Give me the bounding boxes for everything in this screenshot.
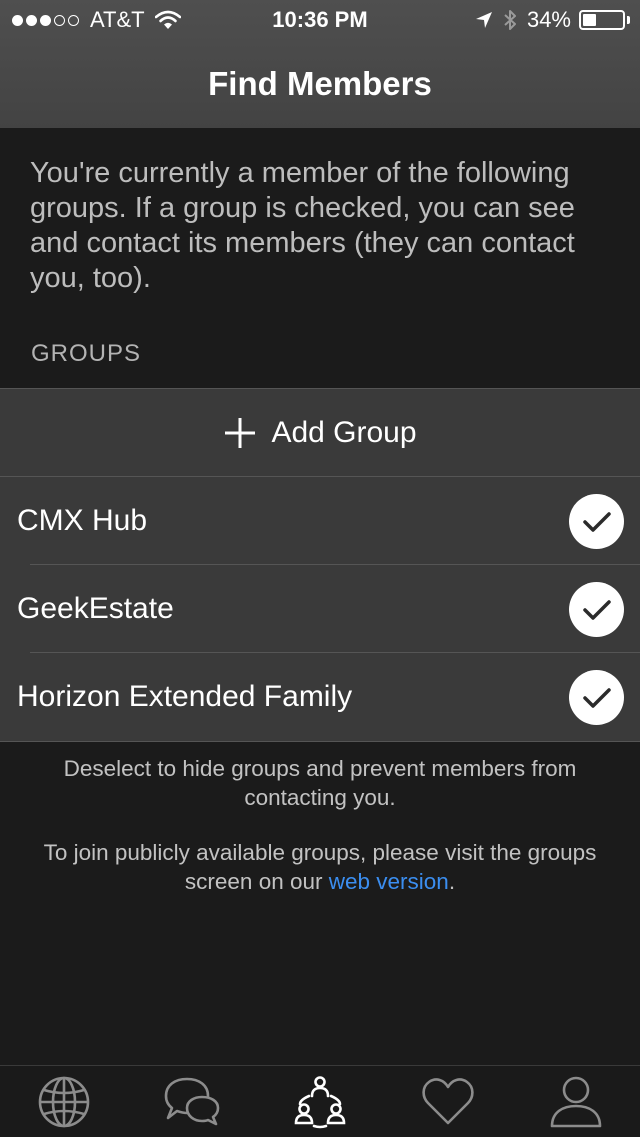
header: AT&T 10:36 PM 34% Find Members [0,0,640,128]
tab-chat[interactable] [128,1066,256,1137]
heart-icon [422,1077,474,1124]
status-right: 34% [475,0,630,40]
location-arrow-icon [475,11,493,29]
checkmark-icon[interactable] [569,582,624,637]
tab-globe[interactable] [0,1066,128,1137]
chat-bubbles-icon [164,1077,220,1125]
group-name: CMX Hub [17,504,148,537]
group-row[interactable]: GeekEstate [0,565,640,653]
tab-members[interactable] [256,1066,384,1137]
group-list: Add Group CMX Hub GeekEstate Horizon Ext… [0,388,640,742]
checkmark-icon[interactable] [569,670,624,725]
group-name: GeekEstate [17,592,174,625]
join-note-text: To join publicly available groups, pleas… [43,840,597,894]
person-icon [550,1076,602,1127]
tab-profile[interactable] [512,1066,640,1137]
join-note: To join publicly available groups, pleas… [40,838,600,896]
page-title: Find Members [208,65,432,102]
group-name: Horizon Extended Family [17,680,353,713]
group-row[interactable]: CMX Hub [0,477,640,565]
group-row[interactable]: Horizon Extended Family [0,653,640,741]
members-network-icon [294,1075,346,1128]
join-note-suffix: . [448,869,456,894]
add-group-label: Add Group [271,415,417,449]
web-version-link[interactable]: web version [329,869,449,894]
battery-percent: 34% [526,7,571,32]
battery-tip [627,16,630,24]
tab-bar [0,1065,640,1137]
deselect-note: Deselect to hide groups and prevent memb… [63,756,577,810]
battery-level-fill [583,14,596,26]
globe-icon [38,1076,90,1127]
add-group-button[interactable]: Add Group [0,389,640,477]
plus-icon [225,417,256,448]
intro-text: You're currently a member of the followi… [30,157,575,294]
battery-icon [579,10,625,30]
tab-favorites[interactable] [384,1066,512,1137]
status-bar: AT&T 10:36 PM 34% [0,0,640,40]
checkmark-icon[interactable] [569,494,624,549]
groups-section-header: GROUPS [31,340,142,367]
bluetooth-icon [503,9,517,31]
